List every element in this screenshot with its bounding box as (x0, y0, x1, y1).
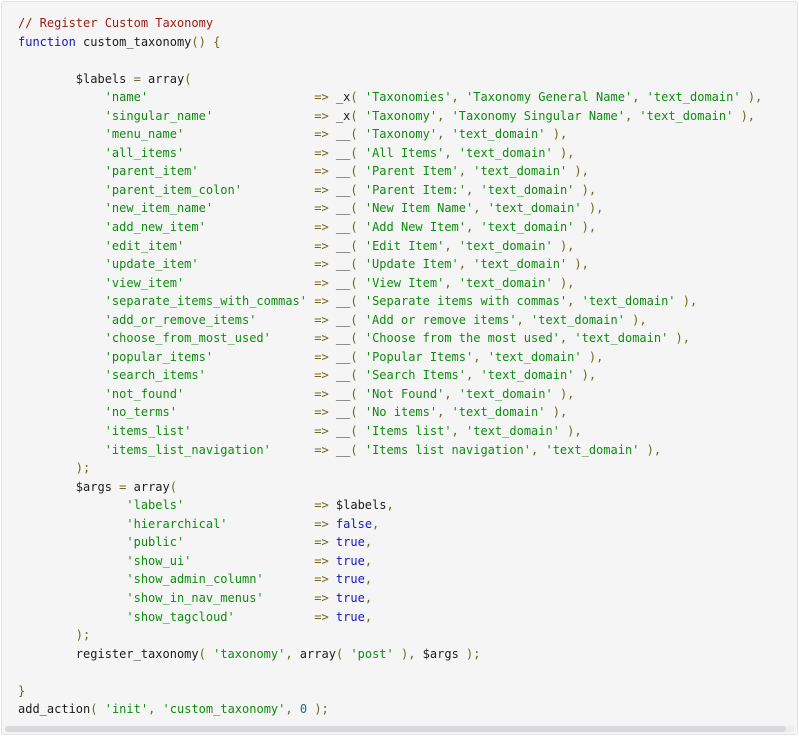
code-line: 'add_or_remove_items' => __( 'Add or rem… (18, 311, 781, 330)
code-line: 'menu_name' => __( 'Taxonomy', 'text_dom… (18, 125, 781, 144)
code-line: 'parent_item' => __( 'Parent Item', 'tex… (18, 162, 781, 181)
code-line: 'no_terms' => __( 'No items', 'text_doma… (18, 403, 781, 422)
code-line (18, 663, 781, 682)
horizontal-scrollbar-thumb[interactable] (5, 726, 786, 732)
code-line: 'all_items' => __( 'All Items', 'text_do… (18, 144, 781, 163)
code-line: 'name' => _x( 'Taxonomies', 'Taxonomy Ge… (18, 88, 781, 107)
code-line: 'new_item_name' => __( 'New Item Name', … (18, 199, 781, 218)
code-line: 'show_ui' => true, (18, 552, 781, 571)
code-line: ); (18, 626, 781, 645)
code-line: register_taxonomy( 'taxonomy', array( 'p… (18, 645, 781, 664)
code-block: // Register Custom Taxonomyfunction cust… (18, 14, 781, 719)
code-line: 'show_admin_column' => true, (18, 570, 781, 589)
code-line: 'search_items' => __( 'Search Items', 't… (18, 366, 781, 385)
code-line: $labels = array( (18, 70, 781, 89)
code-line: ); (18, 459, 781, 478)
code-line: $args = array( (18, 478, 781, 497)
code-line: 'items_list' => __( 'Items list', 'text_… (18, 422, 781, 441)
code-line: 'update_item' => __( 'Update Item', 'tex… (18, 255, 781, 274)
code-line: 'public' => true, (18, 533, 781, 552)
code-line: 'not_found' => __( 'Not Found', 'text_do… (18, 385, 781, 404)
code-line: 'popular_items' => __( 'Popular Items', … (18, 348, 781, 367)
horizontal-scrollbar (5, 726, 794, 732)
code-line: // Register Custom Taxonomy (18, 14, 781, 33)
code-line: 'edit_item' => __( 'Edit Item', 'text_do… (18, 237, 781, 256)
code-line: } (18, 682, 781, 701)
code-line: 'labels' => $labels, (18, 496, 781, 515)
code-line: 'choose_from_most_used' => __( 'Choose f… (18, 329, 781, 348)
code-line: 'show_in_nav_menus' => true, (18, 589, 781, 608)
code-line: add_action( 'init', 'custom_taxonomy', 0… (18, 700, 781, 719)
code-line: 'hierarchical' => false, (18, 515, 781, 534)
code-line: 'parent_item_colon' => __( 'Parent Item:… (18, 181, 781, 200)
code-line: 'show_tagcloud' => true, (18, 608, 781, 627)
code-line: function custom_taxonomy() { (18, 33, 781, 52)
code-line (18, 51, 781, 70)
code-snippet-panel: // Register Custom Taxonomyfunction cust… (1, 1, 798, 735)
code-line: 'add_new_item' => __( 'Add New Item', 't… (18, 218, 781, 237)
code-line: 'items_list_navigation' => __( 'Items li… (18, 441, 781, 460)
code-line: 'separate_items_with_commas' => __( 'Sep… (18, 292, 781, 311)
code-line: 'singular_name' => _x( 'Taxonomy', 'Taxo… (18, 107, 781, 126)
code-line: 'view_item' => __( 'View Item', 'text_do… (18, 274, 781, 293)
